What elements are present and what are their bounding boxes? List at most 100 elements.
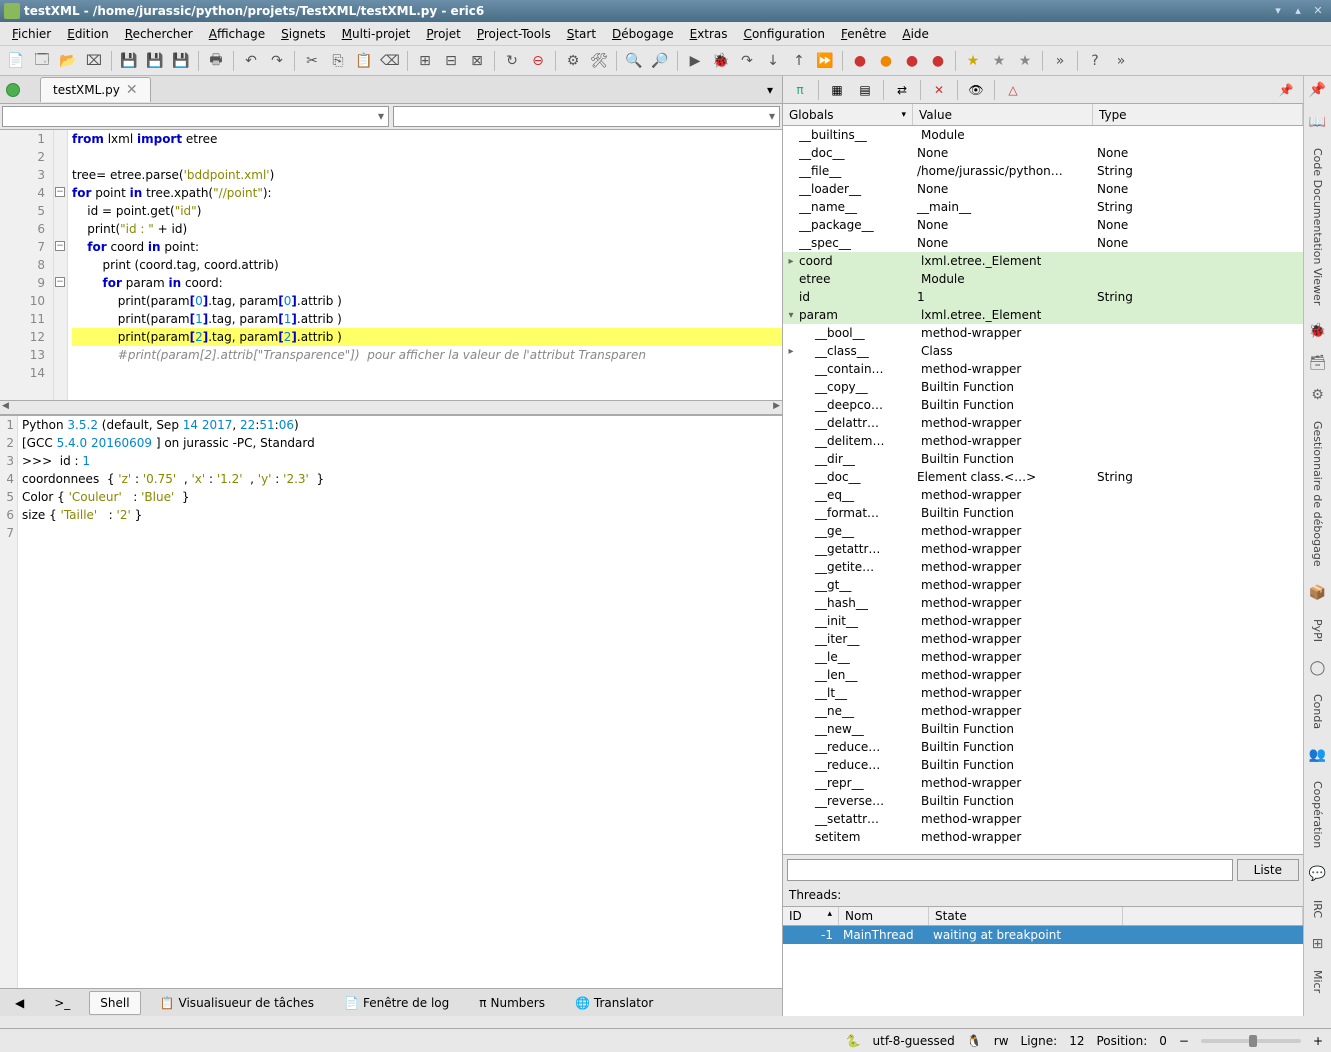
bp-red2-icon[interactable]: ● xyxy=(900,49,924,73)
var-row[interactable]: __lt__method-wrapper xyxy=(783,684,1303,702)
var-row[interactable]: etreeModule xyxy=(783,270,1303,288)
gear-icon[interactable]: ⚙ xyxy=(561,49,585,73)
warn-icon[interactable]: △ xyxy=(1000,79,1026,101)
star3-icon[interactable]: ★ xyxy=(1013,49,1037,73)
zoom-out-icon[interactable]: − xyxy=(1179,1034,1189,1048)
side-bug-icon[interactable]: 🐞 xyxy=(1308,321,1328,341)
close-doc-icon[interactable]: ⌧ xyxy=(82,49,106,73)
var-row[interactable]: __contain…method-wrapper xyxy=(783,360,1303,378)
shell-panel[interactable]: 1234567 Python 3.5.2 (default, Sep 14 20… xyxy=(0,414,782,988)
side-tab-micr[interactable]: Micr xyxy=(1311,966,1324,997)
bottom-tab-log[interactable]: 📄 Fenêtre de log xyxy=(333,991,460,1015)
close-tab-icon[interactable]: ✕ xyxy=(126,82,138,98)
grid3-icon[interactable]: ⊠ xyxy=(465,49,489,73)
bottom-tab-tasks[interactable]: 📋 Visualisueur de tâches xyxy=(149,991,325,1015)
var-row[interactable]: __builtins__Module xyxy=(783,126,1303,144)
paste-icon[interactable]: 📋 xyxy=(352,49,376,73)
var-row[interactable]: __gt__method-wrapper xyxy=(783,576,1303,594)
side-coop-icon[interactable]: 👥 xyxy=(1308,745,1328,765)
var-row[interactable]: __reduce…Builtin Function xyxy=(783,756,1303,774)
var-row[interactable]: ▾paramlxml.etree._Element xyxy=(783,306,1303,324)
var-row[interactable]: __le__method-wrapper xyxy=(783,648,1303,666)
var-row[interactable]: __name____main__String xyxy=(783,198,1303,216)
bottom-tab-prompt-icon[interactable]: >_ xyxy=(43,991,81,1015)
bp-red1-icon[interactable]: ● xyxy=(848,49,872,73)
side-book-icon[interactable]: 📖 xyxy=(1308,112,1328,132)
menu-fichier[interactable]: Fichier xyxy=(4,25,59,43)
filter-input[interactable] xyxy=(787,859,1233,881)
bp-red3-icon[interactable]: ● xyxy=(926,49,950,73)
save-as-icon[interactable]: 💾 xyxy=(143,49,167,73)
var-row[interactable]: __format…Builtin Function xyxy=(783,504,1303,522)
var-row[interactable]: __bool__method-wrapper xyxy=(783,324,1303,342)
filter-button[interactable]: Liste xyxy=(1237,859,1299,881)
replace-icon[interactable]: 🔎 xyxy=(648,49,672,73)
variables-tree[interactable]: __builtins__Module__doc__NoneNone__file_… xyxy=(783,126,1303,854)
col-value[interactable]: Value xyxy=(913,104,1093,125)
var-row[interactable]: __loader__NoneNone xyxy=(783,180,1303,198)
menu-signets[interactable]: Signets xyxy=(273,25,334,43)
threads-body[interactable]: -1 MainThread waiting at breakpoint xyxy=(783,926,1303,1016)
var-row[interactable]: __getattr…method-wrapper xyxy=(783,540,1303,558)
menu-aide[interactable]: Aide xyxy=(894,25,937,43)
thread-col-nom[interactable]: Nom xyxy=(839,907,929,925)
side-pin-icon[interactable]: 📌 xyxy=(1308,80,1328,100)
pi-icon[interactable]: π xyxy=(787,79,813,101)
step-out-icon[interactable]: ↑ xyxy=(787,49,811,73)
side-tab-pypi[interactable]: PyPI xyxy=(1311,615,1324,646)
side-micr-icon[interactable]: ⊞ xyxy=(1308,934,1328,954)
menu-extras[interactable]: Extras xyxy=(682,25,736,43)
code-editor[interactable]: 123−456−78−91011121314 from lxml import … xyxy=(0,130,782,400)
tool-icon-1[interactable]: 🛠 xyxy=(587,49,611,73)
side-pypi-icon[interactable]: 📦 xyxy=(1308,583,1328,603)
thread-col-id[interactable]: ID▴ xyxy=(783,907,839,925)
var-row[interactable]: __doc__Element class.<…>String xyxy=(783,468,1303,486)
var-row[interactable]: __delitem…method-wrapper xyxy=(783,432,1303,450)
var-row[interactable]: setitemmethod-wrapper xyxy=(783,828,1303,846)
vars-icon[interactable]: ▦ xyxy=(824,79,850,101)
var-row[interactable]: __ne__method-wrapper xyxy=(783,702,1303,720)
var-row[interactable]: __deepco…Builtin Function xyxy=(783,396,1303,414)
side-conda-icon[interactable]: ◯ xyxy=(1308,658,1328,678)
save-icon[interactable]: 💾 xyxy=(117,49,141,73)
side-tab-irc[interactable]: IRC xyxy=(1311,896,1324,922)
save-all-icon[interactable]: 💾 xyxy=(169,49,193,73)
bottom-tab-arrow[interactable]: ◀ xyxy=(4,991,35,1015)
col-globals[interactable]: Globals▾ xyxy=(783,104,913,125)
var-row[interactable]: ▸__class__Class xyxy=(783,342,1303,360)
star2-icon[interactable]: ★ xyxy=(987,49,1011,73)
var-row[interactable]: __reverse…Builtin Function xyxy=(783,792,1303,810)
var-row[interactable]: __eq__method-wrapper xyxy=(783,486,1303,504)
pin-icon[interactable]: 📌 xyxy=(1273,79,1299,101)
menu-configuration[interactable]: Configuration xyxy=(736,25,833,43)
stop-icon[interactable]: ⊖ xyxy=(526,49,550,73)
tab-testxml[interactable]: testXML.py ✕ xyxy=(40,77,151,102)
var-row[interactable]: __len__method-wrapper xyxy=(783,666,1303,684)
var-row[interactable]: __init__method-wrapper xyxy=(783,612,1303,630)
var-row[interactable]: ▸coordlxml.etree._Element xyxy=(783,252,1303,270)
function-combo[interactable] xyxy=(393,106,780,127)
print-icon[interactable]: 🖶 xyxy=(204,49,228,73)
grid1-icon[interactable]: ⊞ xyxy=(413,49,437,73)
var-row[interactable]: __new__Builtin Function xyxy=(783,720,1303,738)
var-row[interactable]: __ge__method-wrapper xyxy=(783,522,1303,540)
class-combo[interactable] xyxy=(2,106,389,127)
menu-project-tools[interactable]: Project-Tools xyxy=(469,25,559,43)
del-var-icon[interactable]: ✕ xyxy=(926,79,952,101)
side-db-icon[interactable]: 🗃 xyxy=(1308,353,1328,373)
var-row[interactable]: __reduce…Builtin Function xyxy=(783,738,1303,756)
side-gear2-icon[interactable]: ⚙ xyxy=(1308,385,1328,405)
menu-edition[interactable]: Edition xyxy=(59,25,117,43)
cut-icon[interactable]: ✂ xyxy=(300,49,324,73)
close-button[interactable]: ✕ xyxy=(1309,4,1327,18)
minimize-button[interactable]: ▾ xyxy=(1269,4,1287,18)
more2-icon[interactable]: » xyxy=(1109,49,1133,73)
zoom-slider[interactable] xyxy=(1201,1039,1301,1043)
refresh-icon[interactable]: ↻ xyxy=(500,49,524,73)
menu-fenêtre[interactable]: Fenêtre xyxy=(833,25,894,43)
menu-débogage[interactable]: Débogage xyxy=(604,25,682,43)
undo-icon[interactable]: ↶ xyxy=(239,49,263,73)
frames-icon[interactable]: ▤ xyxy=(852,79,878,101)
help-icon[interactable]: ? xyxy=(1083,49,1107,73)
var-row[interactable]: __repr__method-wrapper xyxy=(783,774,1303,792)
